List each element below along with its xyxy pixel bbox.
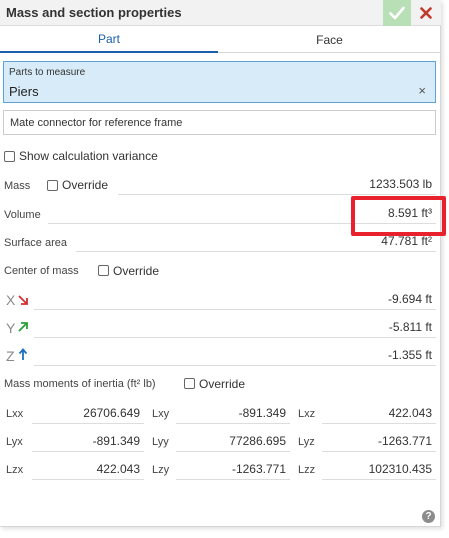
center-x-value: -9.694 ft [387, 292, 432, 306]
surface-area-label: Surface area [4, 237, 67, 249]
inertia-lzz-field: 102310.435 [322, 460, 436, 480]
inertia-lxy-label: Lxy [152, 408, 170, 420]
inertia-lzx-label: Lzx [6, 464, 24, 476]
mass-override-label: Override [62, 178, 109, 192]
inertia-lyx-value: -891.349 [92, 434, 140, 448]
dialog-titlebar: Mass and section properties [0, 0, 441, 26]
show-variance-label: Show calculation variance [19, 149, 158, 163]
inertia-override-checkbox[interactable] [184, 378, 195, 389]
y-arrow-icon [18, 322, 28, 332]
inertia-lzy-label: Lzy [152, 464, 170, 476]
mass-properties-dialog: Mass and section properties Part Face Pa… [0, 0, 446, 527]
parts-to-measure-label: Parts to measure [9, 67, 86, 78]
mass-override-checkbox[interactable] [47, 180, 58, 191]
center-z-field: -1.355 ft [34, 346, 436, 366]
mate-connector-label: Mate connector for reference frame [10, 117, 183, 129]
inertia-lzz-label: Lzz [298, 464, 316, 476]
mate-connector-field[interactable]: Mate connector for reference frame [3, 110, 436, 135]
inertia-lzy-field: -1263.771 [176, 460, 290, 480]
center-z-value: -1.355 ft [387, 348, 432, 362]
tab-part[interactable]: Part [0, 27, 218, 53]
center-y-field: -5.811 ft [34, 318, 436, 338]
inertia-lyx-label: Lyx [6, 436, 23, 448]
inertia-lyz-field: -1263.771 [322, 432, 436, 452]
x-axis-label: X [6, 292, 16, 308]
surface-area-value: 47.781 ft² [381, 234, 432, 248]
mass-label: Mass [4, 180, 31, 192]
inertia-lyz-value: -1263.771 [377, 434, 432, 448]
inertia-lxy-value: -891.349 [238, 406, 286, 420]
clear-selection-icon[interactable]: × [418, 83, 426, 98]
z-axis-label: Z [6, 348, 15, 364]
inertia-lxz-field: 422.043 [322, 404, 436, 424]
z-arrow-icon [18, 348, 28, 360]
inertia-lxz-value: 422.043 [388, 406, 432, 420]
volume-highlight-box [351, 196, 446, 236]
inertia-lxz-label: Lxz [298, 408, 316, 420]
volume-label: Volume [4, 209, 41, 221]
y-axis-label: Y [6, 320, 16, 336]
inertia-lzy-value: -1263.771 [231, 462, 286, 476]
help-icon[interactable]: ? [422, 510, 435, 523]
parts-to-measure-field[interactable]: Parts to measure Piers × [3, 61, 436, 103]
center-y-value: -5.811 ft [388, 320, 432, 334]
inertia-label: Mass moments of inertia (ft² lb) [4, 378, 156, 390]
inertia-lxx-field: 26706.649 [32, 404, 144, 424]
center-of-mass-label: Center of mass [4, 265, 79, 277]
center-of-mass-override-checkbox[interactable] [98, 265, 109, 276]
mass-value: 1233.503 lb [369, 177, 432, 191]
inertia-lzz-value: 102310.435 [368, 462, 432, 476]
dialog-title: Mass and section properties [6, 5, 182, 20]
center-x-field: -9.694 ft [34, 290, 436, 310]
tab-bar: Part Face [0, 27, 441, 53]
inertia-lzx-field: 422.043 [32, 460, 144, 480]
tab-face[interactable]: Face [218, 27, 441, 53]
inertia-lyy-field: 77286.695 [176, 432, 290, 452]
inertia-lzx-value: 422.043 [96, 462, 140, 476]
inertia-override-label: Override [199, 377, 246, 391]
inertia-lyy-label: Lyy [152, 436, 169, 448]
close-icon [420, 7, 432, 19]
x-arrow-icon [18, 295, 28, 305]
ok-button[interactable] [383, 0, 411, 26]
mass-field: 1233.503 lb [118, 175, 436, 195]
center-of-mass-override-label: Override [113, 264, 160, 278]
inertia-lxx-value: 26706.649 [83, 406, 140, 420]
inertia-lyz-label: Lyz [298, 436, 315, 448]
show-variance-checkbox[interactable] [4, 151, 15, 162]
checkmark-icon [389, 6, 405, 20]
inertia-lyx-field: -891.349 [32, 432, 144, 452]
surface-area-field: 47.781 ft² [76, 232, 436, 252]
inertia-lxy-field: -891.349 [176, 404, 290, 424]
inertia-lyy-value: 77286.695 [229, 434, 286, 448]
parts-to-measure-value: Piers [9, 84, 39, 99]
inertia-lxx-label: Lxx [6, 408, 24, 420]
close-button[interactable] [412, 0, 440, 26]
